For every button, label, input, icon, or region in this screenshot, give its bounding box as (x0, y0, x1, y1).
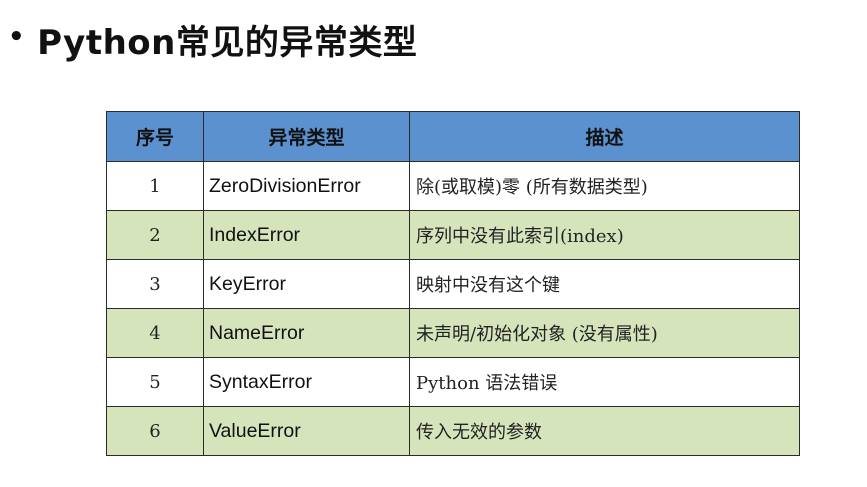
bullet-icon: • (8, 22, 26, 52)
exception-type: SyntaxError (203, 357, 410, 407)
row-number: 1 (106, 161, 204, 211)
row-number: 5 (106, 357, 204, 407)
title-text: Python常见的异常类型 (37, 22, 418, 63)
exception-description: 未声明/初始化对象 (没有属性) (409, 308, 800, 358)
table-row: 2 IndexError 序列中没有此索引(index) (106, 210, 800, 260)
exception-description: 传入无效的参数 (409, 406, 800, 456)
exception-description: Python 语法错误 (409, 357, 800, 407)
header-exception-type: 异常类型 (203, 111, 410, 162)
table-row: 3 KeyError 映射中没有这个键 (106, 259, 800, 309)
slide: { "slide": { "bullet": "•", "title": "Py… (0, 0, 867, 487)
exception-table: 序号 异常类型 描述 1 ZeroDivisionError 除(或取模)零 (… (106, 111, 800, 456)
exception-description: 除(或取模)零 (所有数据类型) (409, 161, 800, 211)
row-number: 2 (106, 210, 204, 260)
table-row: 5 SyntaxError Python 语法错误 (106, 357, 800, 407)
exception-type: KeyError (203, 259, 410, 309)
exception-type: ValueError (203, 406, 410, 456)
exception-description: 映射中没有这个键 (409, 259, 800, 309)
exception-type: IndexError (203, 210, 410, 260)
row-number: 6 (106, 406, 204, 456)
row-number: 4 (106, 308, 204, 358)
table-row: 1 ZeroDivisionError 除(或取模)零 (所有数据类型) (106, 161, 800, 211)
table-row: 6 ValueError 传入无效的参数 (106, 406, 800, 456)
header-description: 描述 (409, 111, 800, 162)
exception-description: 序列中没有此索引(index) (409, 210, 800, 260)
header-number: 序号 (106, 111, 204, 162)
slide-title: • Python常见的异常类型 (8, 12, 417, 66)
table-row: 4 NameError 未声明/初始化对象 (没有属性) (106, 308, 800, 358)
row-number: 3 (106, 259, 204, 309)
exception-type: ZeroDivisionError (203, 161, 410, 211)
exception-type: NameError (203, 308, 410, 358)
table-header-row: 序号 异常类型 描述 (106, 111, 800, 162)
